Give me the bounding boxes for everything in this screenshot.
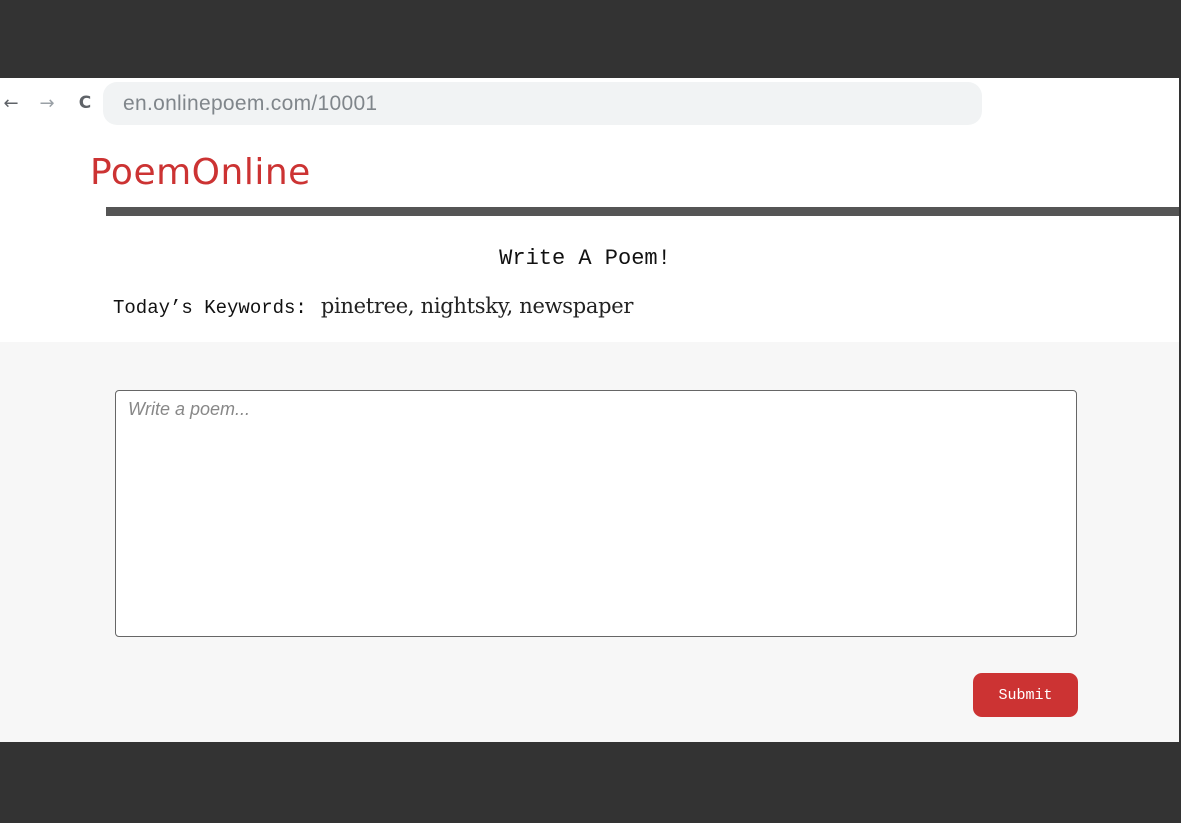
header-divider bbox=[106, 207, 1179, 216]
keywords-row: Today’s Keywords: pinetree, nightsky, ne… bbox=[113, 294, 633, 319]
screen-frame-top bbox=[0, 0, 1181, 78]
browser-toolbar: ← → C en.onlinepoem.com/10001 bbox=[0, 78, 1179, 128]
poem-input[interactable] bbox=[115, 390, 1077, 637]
reload-icon[interactable]: C bbox=[74, 90, 96, 116]
keywords-label: Today’s Keywords: bbox=[113, 297, 307, 319]
editor-section: Submit bbox=[0, 342, 1179, 742]
page-title: Write A Poem! bbox=[499, 246, 671, 271]
site-logo[interactable]: PoemOnline bbox=[90, 152, 311, 193]
address-bar-url: en.onlinepoem.com/10001 bbox=[123, 91, 378, 115]
submit-button[interactable]: Submit bbox=[973, 673, 1078, 717]
address-bar[interactable]: en.onlinepoem.com/10001 bbox=[103, 82, 982, 125]
screen-frame-bottom bbox=[0, 742, 1181, 823]
arrow-right-icon[interactable]: → bbox=[36, 90, 58, 116]
browser-window: ← → C en.onlinepoem.com/10001 PoemOnline… bbox=[0, 78, 1179, 742]
arrow-left-icon[interactable]: ← bbox=[0, 90, 22, 116]
keywords-value: pinetree, nightsky, newspaper bbox=[320, 294, 634, 318]
